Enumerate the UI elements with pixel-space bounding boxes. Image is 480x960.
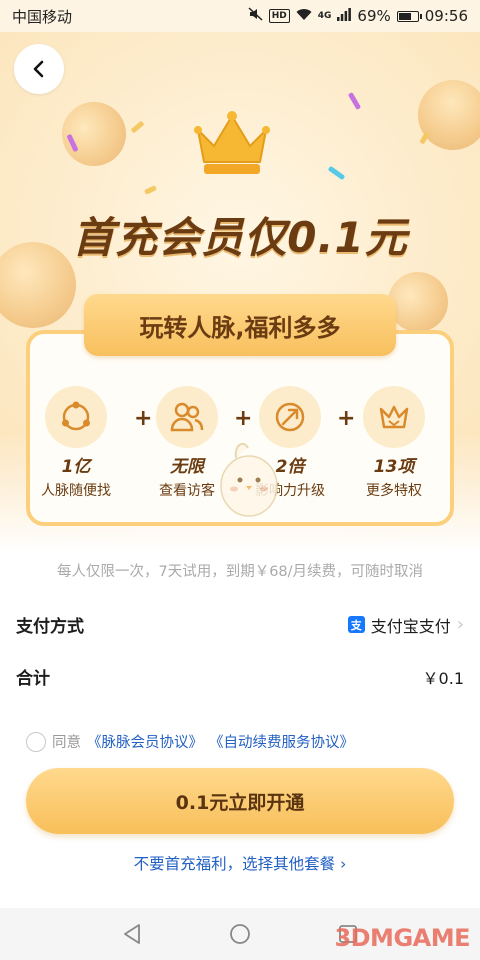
signal-icon (337, 7, 352, 25)
auto-renew-agreement-link[interactable]: 《自动续费服务协议》 (209, 731, 354, 752)
payment-method-selector[interactable]: 支 支付宝支付 › (347, 613, 464, 637)
nav-home-button[interactable] (228, 922, 252, 946)
network-icon (45, 386, 107, 448)
battery-percent: 69% (357, 7, 391, 25)
payment-method-label: 支付方式 (16, 617, 84, 637)
triangle-back-icon (124, 924, 140, 944)
benefit-item: 13项 更多特权 (348, 386, 440, 500)
mascot-icon (220, 442, 278, 517)
alipay-icon: 支 (347, 616, 365, 633)
status-icons: HD 4G 69% 09:56 (248, 7, 468, 25)
decorative-coin (405, 67, 480, 163)
wifi-icon (296, 8, 312, 25)
benefit-value: 1亿 (61, 457, 91, 477)
agreement-row: 同意 《脉脉会员协议》 《自动续费服务协议》 (26, 731, 354, 752)
back-arrow-icon (33, 60, 44, 78)
mute-icon (248, 7, 263, 25)
visitors-icon (156, 386, 218, 448)
clock: 09:56 (424, 7, 468, 25)
benefit-value: 13项 (373, 457, 415, 477)
total-row: 合计 ￥0.1 (16, 664, 464, 690)
chevron-right-icon: › (456, 614, 464, 635)
trial-notice: 每人仅限一次，7天试用，到期￥68/月续费，可随时取消 (56, 564, 424, 580)
confetti (347, 91, 362, 111)
back-button[interactable] (14, 44, 64, 94)
agree-checkbox[interactable] (26, 731, 46, 752)
watermark-logo: 3DMGAME (334, 924, 470, 952)
crown-privilege-icon (363, 386, 425, 448)
total-value: ￥0.1 (422, 668, 464, 688)
nav-back-button[interactable] (120, 922, 144, 946)
network-type-label: 4G (317, 11, 332, 21)
total-label: 合计 (16, 669, 50, 689)
other-plans-label: 不要首充福利，选择其他套餐 (133, 855, 336, 873)
decorative-coin (51, 91, 137, 177)
payment-method-value: 支付宝支付 (370, 616, 451, 636)
crown-icon (194, 111, 270, 174)
agree-prefix: 同意 (52, 735, 81, 751)
benefit-label: 更多特权 (366, 483, 422, 499)
promo-title: 首充会员仅0.1元 (72, 213, 408, 262)
member-agreement-link[interactable]: 《脉脉会员协议》 (87, 731, 203, 752)
confetti (327, 165, 346, 181)
payment-method-row[interactable]: 支付方式 支 支付宝支付 › (16, 612, 464, 637)
benefit-label: 人脉随便找 (41, 483, 111, 499)
status-bar: 中国移动 HD 4G 69% 09:56 (0, 0, 480, 32)
confetti (144, 185, 157, 195)
chevron-right-icon: › (340, 855, 347, 873)
other-plans-link[interactable]: 不要首充福利，选择其他套餐 › (0, 852, 480, 874)
battery-fill (398, 12, 411, 20)
hd-icon: HD (268, 9, 290, 23)
carrier-name: 中国移动 (12, 7, 73, 26)
benefit-item: 1亿 人脉随便找 (30, 386, 122, 500)
activate-button[interactable]: 0.1元立即开通 (26, 768, 454, 834)
confetti (130, 120, 145, 134)
benefit-banner: 玩转人脉,福利多多 (84, 294, 396, 356)
home-circle-icon (230, 924, 250, 944)
battery-icon (396, 10, 422, 22)
